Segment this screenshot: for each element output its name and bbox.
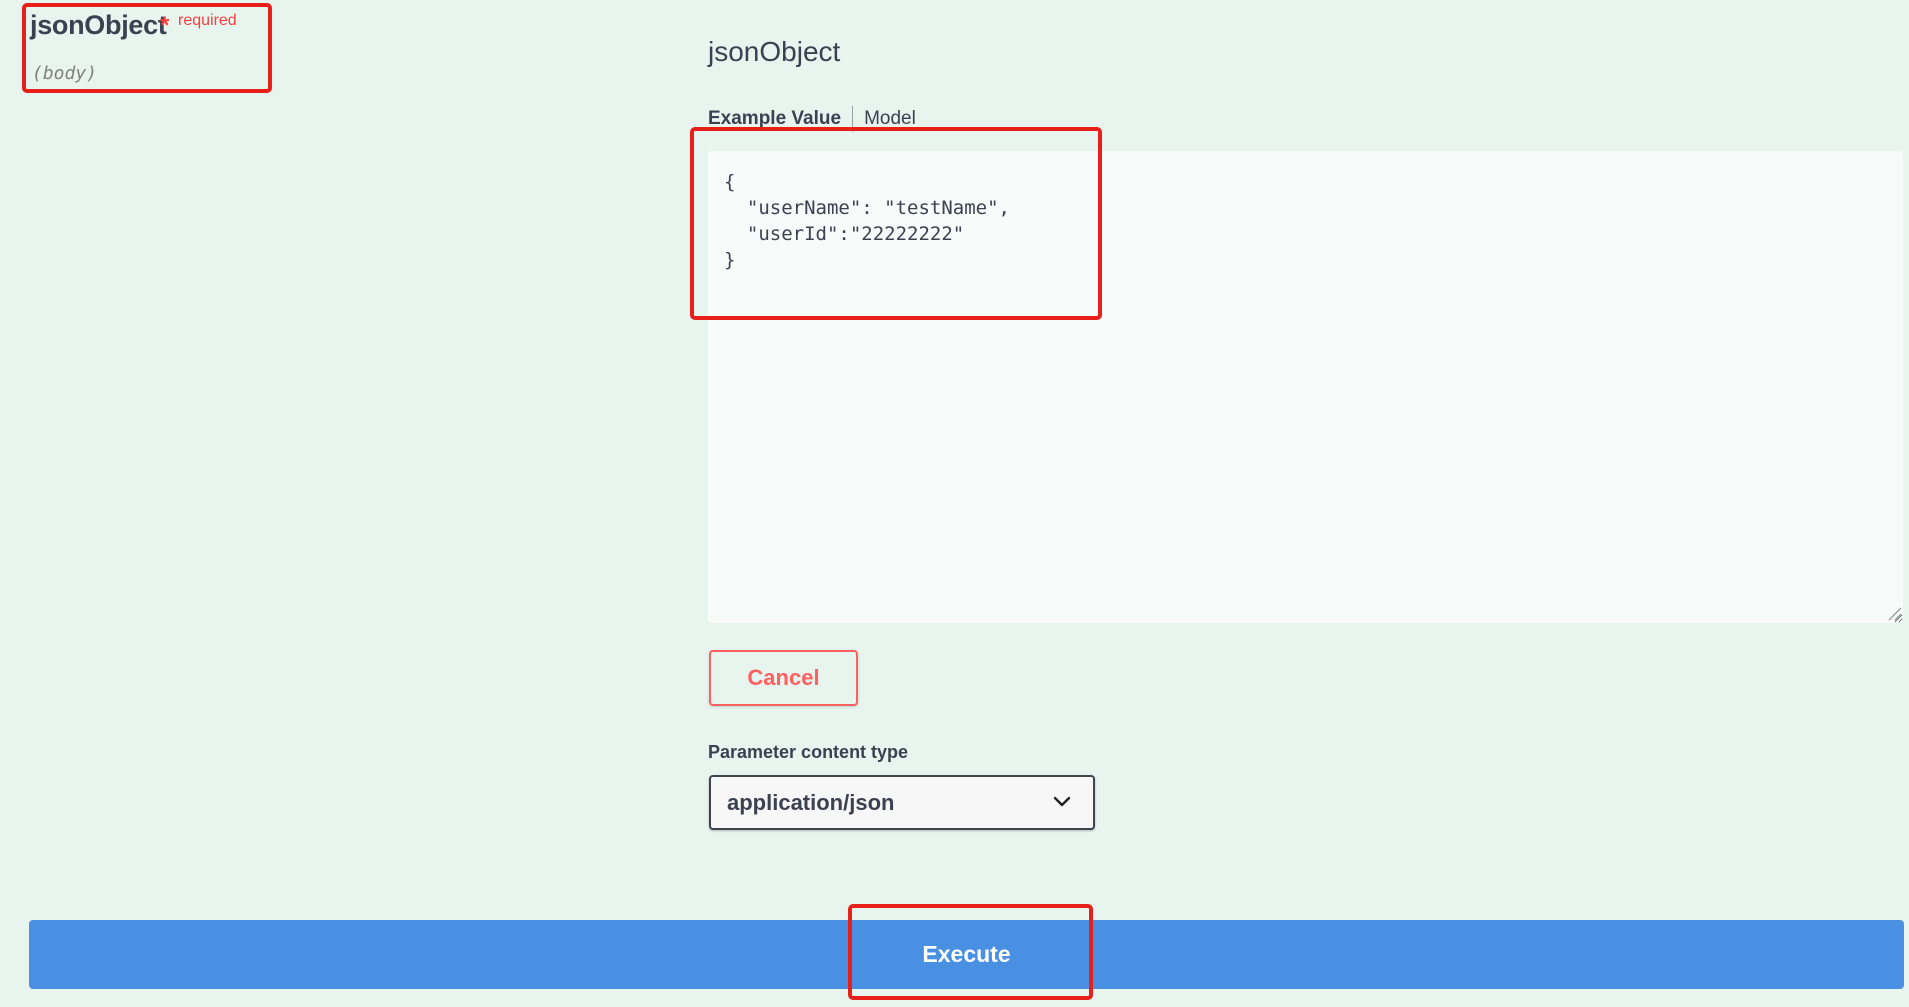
required-label: required <box>178 12 237 29</box>
required-star: * <box>160 12 170 39</box>
parameter-row: jsonObject * required (body) jsonObject … <box>0 0 1909 1007</box>
content-type-select[interactable]: application/json <box>709 775 1095 830</box>
content-type-value: application/json <box>727 790 895 815</box>
parameter-location: (body) <box>32 63 98 84</box>
request-body-editor[interactable] <box>708 151 1903 623</box>
tab-model[interactable]: Model <box>853 106 916 132</box>
example-model-tabs: Example Value Model <box>708 106 916 132</box>
cancel-button[interactable]: Cancel <box>709 650 858 706</box>
resize-grip-icon[interactable] <box>1886 605 1902 621</box>
content-type-label: Parameter content type <box>708 742 909 762</box>
execute-button[interactable]: Execute <box>29 920 1904 989</box>
parameter-name: jsonObject <box>30 10 167 40</box>
tab-example-value[interactable]: Example Value <box>708 106 854 132</box>
body-param-title: jsonObject <box>708 36 841 67</box>
chevron-down-icon <box>1053 796 1071 807</box>
